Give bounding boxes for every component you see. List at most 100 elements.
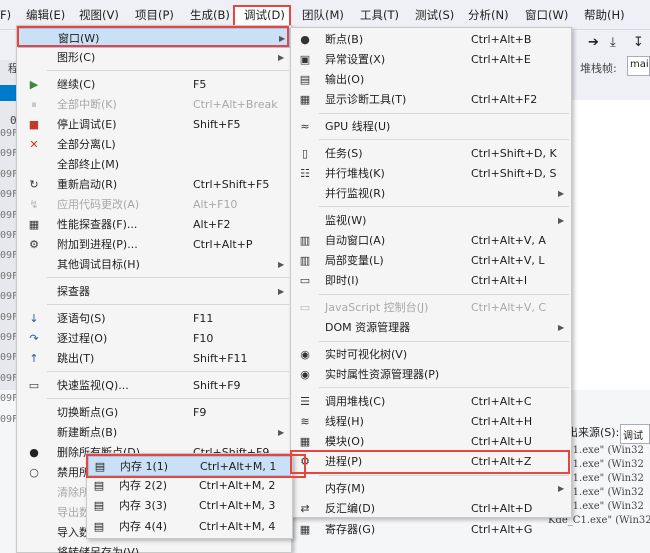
menubar-item-9[interactable]: 分析(N) — [468, 0, 509, 30]
附加到进程-icon: ⚙ — [29, 238, 39, 252]
javascript-控制台-icon: ▭ — [299, 301, 311, 315]
menu-item-反汇编[interactable]: ⇄ 反汇编(D) Ctrl+Alt+D — [292, 499, 570, 519]
menu-item-实时属性资源管理器[interactable]: ◉ 实时属性资源管理器(P) — [292, 365, 570, 385]
menu-item-内存[interactable]: 内存(M) ▶ — [292, 479, 570, 499]
menu-item-shortcut: Ctrl+Alt+M, 2 — [199, 479, 276, 493]
menubar-item-11[interactable]: 帮助(H) — [584, 0, 625, 30]
显示诊断工具-icon: ▦ — [299, 93, 311, 107]
menu-item-快速监视[interactable]: ▭ 快速监视(Q)... Shift+F9 — [18, 376, 290, 396]
menu-item-label: 内存 4(4) — [119, 519, 168, 533]
menu-item-dom-资源管理器[interactable]: DOM 资源管理器 ▶ — [292, 318, 570, 338]
menu-item-探查器[interactable]: 探查器 ▶ — [18, 282, 290, 302]
menu-item-javascript-控制台[interactable]: ▭ JavaScript 控制台(J) Ctrl+Alt+V, C — [292, 298, 570, 318]
menu-item-断点[interactable]: ● 断点(B) Ctrl+Alt+B — [292, 30, 570, 50]
menu-item-继续[interactable]: ▶ 继续(C) F5 — [18, 75, 290, 95]
menu-item-label: 内存 2(2) — [119, 479, 168, 493]
menu-item-新建断点[interactable]: 新建断点(B) ▶ — [18, 423, 290, 443]
menu-item-shortcut: Ctrl+Alt+P — [193, 238, 253, 252]
menu-item-全部分离[interactable]: ✕ 全部分离(L) — [18, 135, 290, 155]
实时可视化树-icon: ◉ — [300, 348, 310, 362]
menu-item-应用代码更改[interactable]: ↯ 应用代码更改(A) Alt+F10 — [18, 195, 290, 215]
menu-item-图形[interactable]: 图形(C) ▶ — [18, 48, 290, 68]
menu-separator — [47, 398, 289, 400]
menu-item-shortcut: Shift+F11 — [193, 352, 248, 366]
寄存器-icon: ▦ — [299, 522, 311, 536]
即时-icon: ▭ — [299, 274, 311, 288]
step-icon[interactable]: ⤓ — [610, 32, 616, 54]
menu-item-实时可视化树[interactable]: ◉ 实时可视化树(V) — [292, 345, 570, 365]
output-line: C1.exe" (Win32 — [565, 459, 644, 470]
arrow-right-icon[interactable]: ➔ — [588, 32, 599, 54]
menubar-item-0[interactable]: F) — [0, 0, 11, 30]
menu-item-label: 调用堆栈(C) — [325, 395, 386, 408]
menu-item-label: DOM 资源管理器 — [325, 321, 411, 335]
menu-item-shortcut: Ctrl+Alt+M, 4 — [199, 519, 276, 533]
menu-item-shortcut: Ctrl+Alt+B — [471, 33, 532, 46]
menu-item-其他调试目标[interactable]: 其他调试目标(H) ▶ — [18, 255, 290, 275]
menu-item-并行堆栈[interactable]: ☷ 并行堆栈(K) Ctrl+Shift+D, S — [292, 164, 570, 184]
menu-separator — [319, 293, 569, 295]
应用代码更改-icon: ↯ — [29, 198, 39, 212]
menu-item-内存-3[interactable]: 内存 3(3) Ctrl+Alt+M, 3 ▤ — [88, 496, 291, 516]
menu-item-内存-2[interactable]: 内存 2(2) Ctrl+Alt+M, 2 ▤ — [88, 476, 291, 496]
menu-item-shortcut: F9 — [193, 405, 207, 419]
menu-item-重新启动[interactable]: ↻ 重新启动(R) Ctrl+Shift+F5 — [18, 175, 290, 195]
menu-item-label: 显示诊断工具(T) — [325, 93, 407, 107]
menu-item-局部变量[interactable]: ▥ 局部变量(L) Ctrl+Alt+V, L — [292, 251, 570, 271]
menu-item-异常设置[interactable]: ▣ 异常设置(X) Ctrl+Alt+E — [292, 50, 570, 70]
annotation-memory-item — [290, 450, 570, 474]
menu-item-输出[interactable]: ▤ 输出(O) — [292, 70, 570, 90]
output-line: C1.exe" (Win32 — [565, 487, 644, 498]
menu-item-并行监视[interactable]: 并行监视(R) ▶ — [292, 184, 570, 204]
menu-item-逐过程[interactable]: ↷ 逐过程(O) F10 — [18, 329, 290, 349]
停止调试-icon: ■ — [28, 118, 40, 131]
menu-item-任务[interactable]: ▯ 任务(S) Ctrl+Shift+D, K — [292, 144, 570, 164]
submenu-arrow-icon: ▶ — [278, 53, 285, 63]
menu-item-gpu-线程[interactable]: ≈ GPU 线程(U) — [292, 117, 570, 137]
menubar-item-8[interactable]: 测试(S) — [415, 0, 454, 30]
menu-item-停止调试[interactable]: ■ 停止调试(E) Shift+F5 — [18, 115, 290, 135]
menu-item-跳出[interactable]: ↑ 跳出(T) Shift+F11 — [18, 349, 290, 369]
menu-item-label: 附加到进程(P)... — [57, 238, 138, 252]
menu-item-将转储另存为[interactable]: 将转储另存为(V)... — [18, 543, 290, 553]
menu-item-监视[interactable]: 监视(W) ▶ — [292, 211, 570, 231]
menu-item-寄存器[interactable]: ▦ 寄存器(G) Ctrl+Alt+G — [292, 520, 570, 540]
submenu-arrow-icon: ▶ — [558, 216, 565, 225]
线程-icon: ≋ — [300, 415, 310, 429]
menu-item-即时[interactable]: ▭ 即时(I) Ctrl+Alt+I — [292, 271, 570, 291]
menu-item-调用堆栈[interactable]: ☰ 调用堆栈(C) Ctrl+Alt+C — [292, 392, 570, 412]
step-over-icon[interactable]: ↧ — [633, 32, 644, 54]
menu-item-label: 快速监视(Q)... — [57, 379, 129, 392]
menubar-item-6[interactable]: 团队(M) — [302, 0, 344, 30]
重新启动-icon: ↻ — [29, 178, 39, 192]
menu-item-逐语句[interactable]: ↓ 逐语句(S) F11 — [18, 309, 290, 329]
menu-separator — [319, 112, 569, 114]
调用堆栈-icon: ☰ — [300, 395, 310, 408]
menu-item-附加到进程[interactable]: ⚙ 附加到进程(P)... Ctrl+Alt+P — [18, 235, 290, 255]
menu-separator — [319, 206, 569, 208]
menu-item-内存-4[interactable]: 内存 4(4) Ctrl+Alt+M, 4 ▤ — [88, 517, 291, 537]
menu-item-shortcut: Shift+F5 — [193, 118, 241, 131]
menu-item-label: 自动窗口(A) — [325, 234, 386, 248]
output-source-dropdown[interactable]: 调试 — [620, 424, 650, 444]
menubar-item-7[interactable]: 工具(T) — [360, 0, 399, 30]
menu-item-显示诊断工具[interactable]: ▦ 显示诊断工具(T) Ctrl+Alt+F2 — [292, 90, 570, 110]
menubar-item-10[interactable]: 窗口(W) — [525, 0, 568, 30]
menu-item-线程[interactable]: ≋ 线程(H) Ctrl+Alt+H — [292, 412, 570, 432]
menu-item-性能探查器[interactable]: ▦ 性能探查器(F)... Alt+F2 — [18, 215, 290, 235]
stack-frame-dropdown[interactable]: mai — [627, 56, 650, 76]
memory-icon: ▤ — [93, 499, 105, 513]
menu-item-label: 跳出(T) — [57, 352, 95, 366]
menu-item-自动窗口[interactable]: ▥ 自动窗口(A) Ctrl+Alt+V, A — [292, 231, 570, 251]
删除所有断点-icon: ● — [29, 445, 39, 459]
menu-item-全部中断[interactable]: ⏸ 全部中断(K) Ctrl+Alt+Break — [18, 95, 290, 115]
menu-item-shortcut: Ctrl+Alt+D — [471, 502, 533, 516]
menu-item-label: 并行堆栈(K) — [325, 167, 385, 181]
自动窗口-icon: ▥ — [299, 234, 311, 248]
menu-item-label: 任务(S) — [325, 146, 363, 160]
menu-item-全部终止[interactable]: 全部终止(M) — [18, 155, 290, 175]
menu-item-label: 线程(H) — [325, 415, 364, 429]
menu-item-shortcut: Ctrl+Alt+M, 3 — [199, 499, 276, 513]
禁用所有断点-icon: ○ — [29, 466, 39, 479]
menu-item-切换断点[interactable]: 切换断点(G) F9 — [18, 403, 290, 423]
